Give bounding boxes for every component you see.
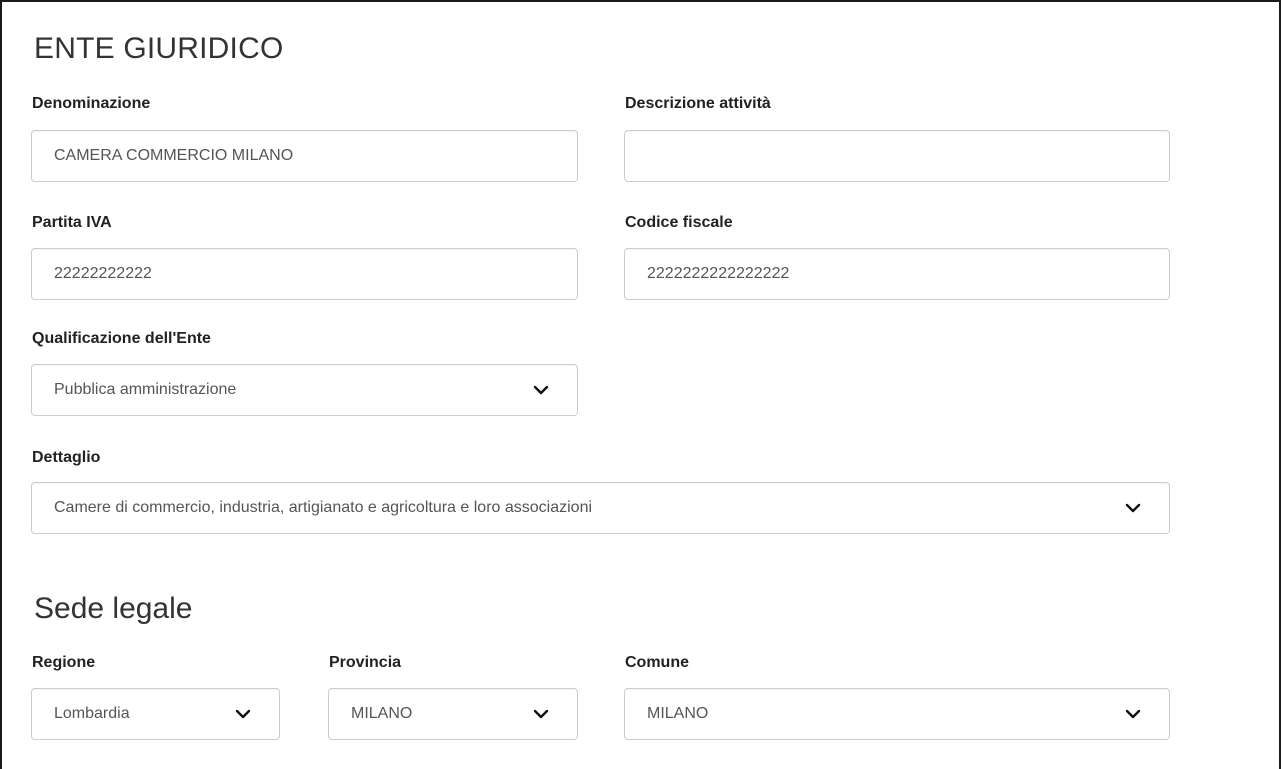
regione-select[interactable]: Lombardia	[31, 688, 280, 740]
dettaglio-select[interactable]: Camere di commercio, industria, artigian…	[31, 482, 1170, 534]
section-title-ente-giuridico: ENTE GIURIDICO	[34, 32, 284, 65]
chevron-down-icon	[1125, 500, 1141, 516]
qualificazione-selected-value: Pubblica amministrazione	[54, 381, 237, 398]
codice-fiscale-field[interactable]	[624, 248, 1170, 300]
qualificazione-label: Qualificazione dell'Ente	[32, 330, 211, 347]
comune-select[interactable]: MILANO	[624, 688, 1170, 740]
partita-iva-field[interactable]	[31, 248, 578, 300]
dettaglio-label: Dettaglio	[32, 449, 101, 466]
descrizione-attivita-label: Descrizione attività	[625, 95, 771, 112]
denominazione-field[interactable]	[31, 130, 578, 182]
regione-selected-value: Lombardia	[54, 705, 130, 722]
chevron-down-icon	[1125, 706, 1141, 722]
comune-selected-value: MILANO	[647, 705, 709, 722]
denominazione-input[interactable]	[32, 131, 577, 181]
provincia-select[interactable]: MILANO	[328, 688, 578, 740]
partita-iva-input[interactable]	[32, 249, 577, 299]
partita-iva-label: Partita IVA	[32, 214, 112, 231]
codice-fiscale-input[interactable]	[625, 249, 1169, 299]
chevron-down-icon	[235, 706, 251, 722]
codice-fiscale-label: Codice fiscale	[625, 214, 733, 231]
denominazione-label: Denominazione	[32, 95, 151, 112]
descrizione-attivita-field[interactable]	[624, 130, 1170, 182]
provincia-selected-value: MILANO	[351, 705, 413, 722]
descrizione-attivita-input[interactable]	[625, 131, 1169, 181]
chevron-down-icon	[533, 382, 549, 398]
form-panel: ENTE GIURIDICO Denominazione Descrizione…	[0, 0, 1281, 769]
qualificazione-select[interactable]: Pubblica amministrazione	[31, 364, 578, 416]
regione-label: Regione	[32, 654, 96, 671]
comune-label: Comune	[625, 654, 689, 671]
dettaglio-selected-value: Camere di commercio, industria, artigian…	[54, 499, 593, 516]
section-title-sede-legale: Sede legale	[34, 592, 193, 625]
provincia-label: Provincia	[329, 654, 402, 671]
chevron-down-icon	[533, 706, 549, 722]
